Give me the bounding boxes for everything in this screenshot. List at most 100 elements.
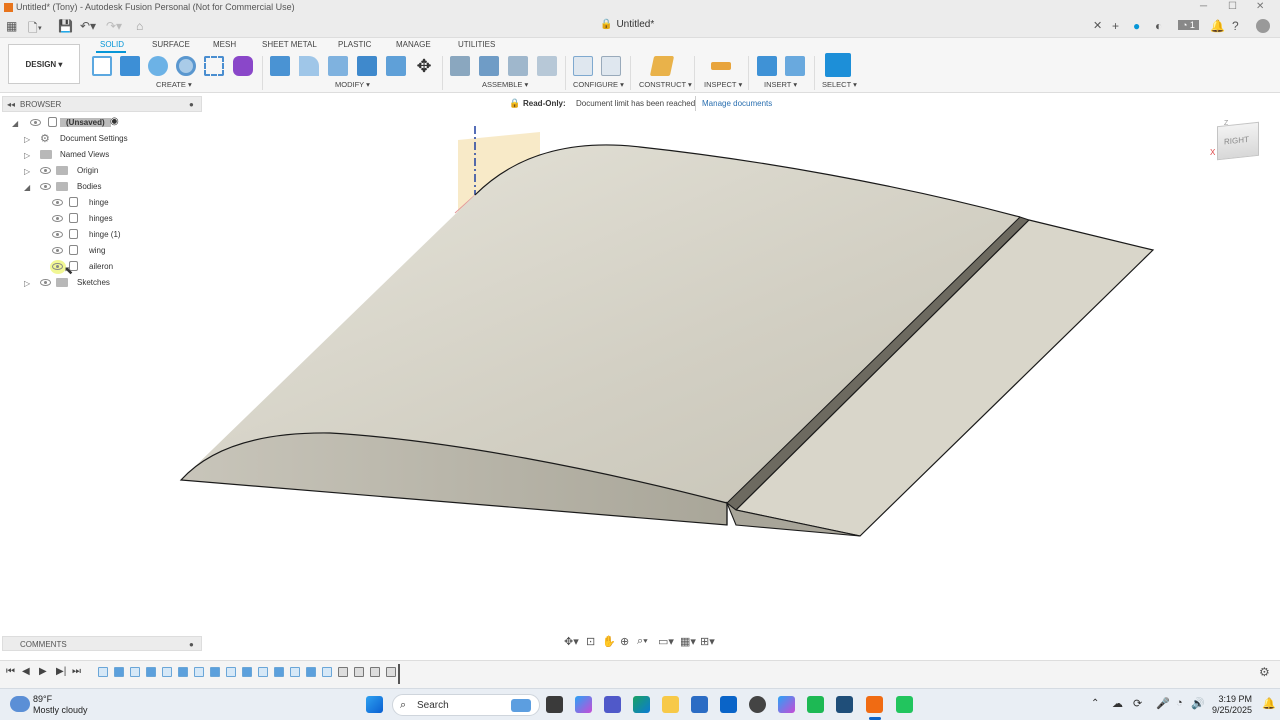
last-step-icon[interactable]: ⏭ bbox=[72, 666, 81, 677]
timeline-feature[interactable] bbox=[130, 667, 140, 677]
construct-menu[interactable]: CONSTRUCT ▾ bbox=[639, 80, 692, 89]
weather-desc[interactable]: Mostly cloudy bbox=[33, 705, 88, 715]
timeline-feature[interactable] bbox=[194, 667, 204, 677]
create-menu[interactable]: CREATE ▾ bbox=[156, 80, 192, 89]
look-at-icon[interactable]: ⊡ bbox=[586, 635, 595, 648]
grid-settings-icon[interactable]: ▦▾ bbox=[680, 635, 696, 648]
minimize-icon[interactable]: ─ bbox=[1200, 1, 1207, 12]
dell-icon[interactable] bbox=[749, 696, 766, 713]
volume-icon[interactable]: 🔊 bbox=[1191, 697, 1205, 710]
timeline-joint[interactable] bbox=[354, 667, 364, 677]
play-icon[interactable]: ▶ bbox=[39, 666, 47, 677]
pan-icon[interactable]: ✋ bbox=[602, 635, 616, 648]
workspace-switcher-button[interactable]: DESIGN ▾ bbox=[8, 44, 80, 84]
maximize-icon[interactable]: ☐ bbox=[1228, 1, 1237, 12]
zoom-window-icon[interactable]: ⌕▾ bbox=[637, 635, 648, 648]
shell-icon[interactable] bbox=[357, 56, 377, 76]
onedrive-icon[interactable]: ☁ bbox=[1112, 697, 1123, 710]
next-step-icon[interactable]: ▶| bbox=[56, 666, 66, 677]
inspect-menu[interactable]: INSPECT ▾ bbox=[704, 80, 742, 89]
joint-icon[interactable] bbox=[479, 56, 499, 76]
timeline-feature[interactable] bbox=[306, 667, 316, 677]
teams-icon[interactable] bbox=[604, 696, 621, 713]
collapse-panel-icon[interactable]: ◂◂ bbox=[7, 100, 15, 109]
copilot-app-icon[interactable] bbox=[778, 696, 795, 713]
assemble-menu[interactable]: ASSEMBLE ▾ bbox=[482, 80, 528, 89]
store-icon[interactable] bbox=[691, 696, 708, 713]
timeline-feature[interactable] bbox=[258, 667, 268, 677]
clock-time[interactable]: 3:19 PM bbox=[1210, 694, 1252, 704]
pattern-icon[interactable] bbox=[204, 56, 224, 76]
timeline-feature[interactable] bbox=[98, 667, 108, 677]
new-component-icon[interactable] bbox=[450, 56, 470, 76]
search-box[interactable]: ⌕ Search bbox=[392, 694, 540, 716]
close-icon[interactable]: ✕ bbox=[1256, 1, 1264, 12]
timeline-feature[interactable] bbox=[290, 667, 300, 677]
extrude-icon[interactable] bbox=[120, 56, 140, 76]
zoom-icon[interactable]: ⊕ bbox=[620, 635, 629, 648]
fillet-icon[interactable] bbox=[299, 56, 319, 76]
timeline-feature[interactable] bbox=[322, 667, 332, 677]
measure-icon[interactable] bbox=[711, 62, 731, 70]
extensions-icon[interactable]: ◐ bbox=[1155, 19, 1162, 33]
task-view-icon[interactable] bbox=[546, 696, 563, 713]
tray-overflow-icon[interactable]: ⌃ bbox=[1091, 698, 1099, 709]
timeline-feature[interactable] bbox=[242, 667, 252, 677]
comments-panel-header[interactable]: COMMENTS ● bbox=[2, 636, 202, 651]
file-icon[interactable]: 🗋▾ bbox=[28, 19, 42, 40]
timeline-joint[interactable] bbox=[370, 667, 380, 677]
tab-solid[interactable]: SOLID bbox=[100, 40, 124, 49]
grid-menu-icon[interactable]: ▦ bbox=[6, 19, 17, 33]
move-icon[interactable]: ✥ bbox=[414, 56, 434, 76]
select-icon[interactable] bbox=[825, 53, 851, 77]
tab-sheet-metal[interactable]: SHEET METAL bbox=[262, 40, 317, 49]
timeline-feature[interactable] bbox=[114, 667, 124, 677]
display-settings-icon[interactable]: ▭▾ bbox=[658, 635, 674, 648]
outlook-icon[interactable] bbox=[720, 696, 737, 713]
timeline-feature[interactable] bbox=[146, 667, 156, 677]
offset-plane-icon[interactable] bbox=[649, 56, 675, 76]
tab-plastic[interactable]: PLASTIC bbox=[338, 40, 371, 49]
insert-menu[interactable]: INSERT ▾ bbox=[764, 80, 797, 89]
green-app-icon[interactable] bbox=[807, 696, 824, 713]
view-cube-face[interactable]: RIGHT bbox=[1217, 121, 1259, 161]
orbit-icon[interactable]: ✥▾ bbox=[564, 635, 579, 648]
tab-mesh[interactable]: MESH bbox=[213, 40, 236, 49]
tab-utilities[interactable]: UTILITIES bbox=[458, 40, 495, 49]
timeline-settings-icon[interactable]: ⚙ bbox=[1259, 665, 1270, 679]
document-tab[interactable]: 🔒 Untitled* bbox=[600, 19, 654, 30]
create-sketch-icon[interactable] bbox=[92, 56, 112, 76]
timeline-joint[interactable] bbox=[338, 667, 348, 677]
timeline-marker[interactable] bbox=[398, 664, 400, 684]
insert-image-icon[interactable] bbox=[785, 56, 805, 76]
start-icon[interactable] bbox=[366, 696, 383, 713]
undo-icon[interactable]: ↶▾ bbox=[80, 19, 96, 33]
save-icon[interactable]: 💾 bbox=[58, 19, 73, 33]
revolve-icon[interactable] bbox=[148, 56, 168, 76]
avatar[interactable] bbox=[1256, 19, 1270, 33]
modify-menu[interactable]: MODIFY ▾ bbox=[335, 80, 370, 89]
comments-add-icon[interactable]: ● bbox=[189, 640, 194, 649]
configure-table-icon[interactable] bbox=[573, 56, 593, 76]
previous-step-icon[interactable]: ◀ bbox=[22, 666, 30, 677]
insert-derive-icon[interactable] bbox=[757, 56, 777, 76]
browser-panel-header[interactable]: ◂◂ BROWSER ● bbox=[2, 96, 202, 112]
joint-origin-icon[interactable] bbox=[537, 56, 557, 76]
weather-icon[interactable] bbox=[10, 696, 30, 712]
help-icon[interactable]: ? bbox=[1232, 19, 1239, 33]
new-tab-icon[interactable]: + bbox=[1112, 19, 1119, 33]
redo-icon[interactable]: ↷▾ bbox=[106, 19, 122, 33]
tab-surface[interactable]: SURFACE bbox=[152, 40, 190, 49]
press-pull-icon[interactable] bbox=[270, 56, 290, 76]
canvas-viewport[interactable]: Z RIGHT X bbox=[0, 112, 1280, 632]
mic-icon[interactable]: 🎤 bbox=[1156, 697, 1170, 710]
wifi-icon[interactable]: ◔ bbox=[1176, 697, 1183, 709]
timeline-feature[interactable] bbox=[178, 667, 188, 677]
model-canvas[interactable] bbox=[0, 112, 1280, 632]
clock-date[interactable]: 9/25/2025 bbox=[1206, 705, 1252, 715]
fusion-taskbar-icon[interactable] bbox=[866, 696, 883, 713]
edge-icon[interactable] bbox=[633, 696, 650, 713]
as-built-joint-icon[interactable] bbox=[508, 56, 528, 76]
timeline-joint[interactable] bbox=[386, 667, 396, 677]
combine-icon[interactable] bbox=[386, 56, 406, 76]
